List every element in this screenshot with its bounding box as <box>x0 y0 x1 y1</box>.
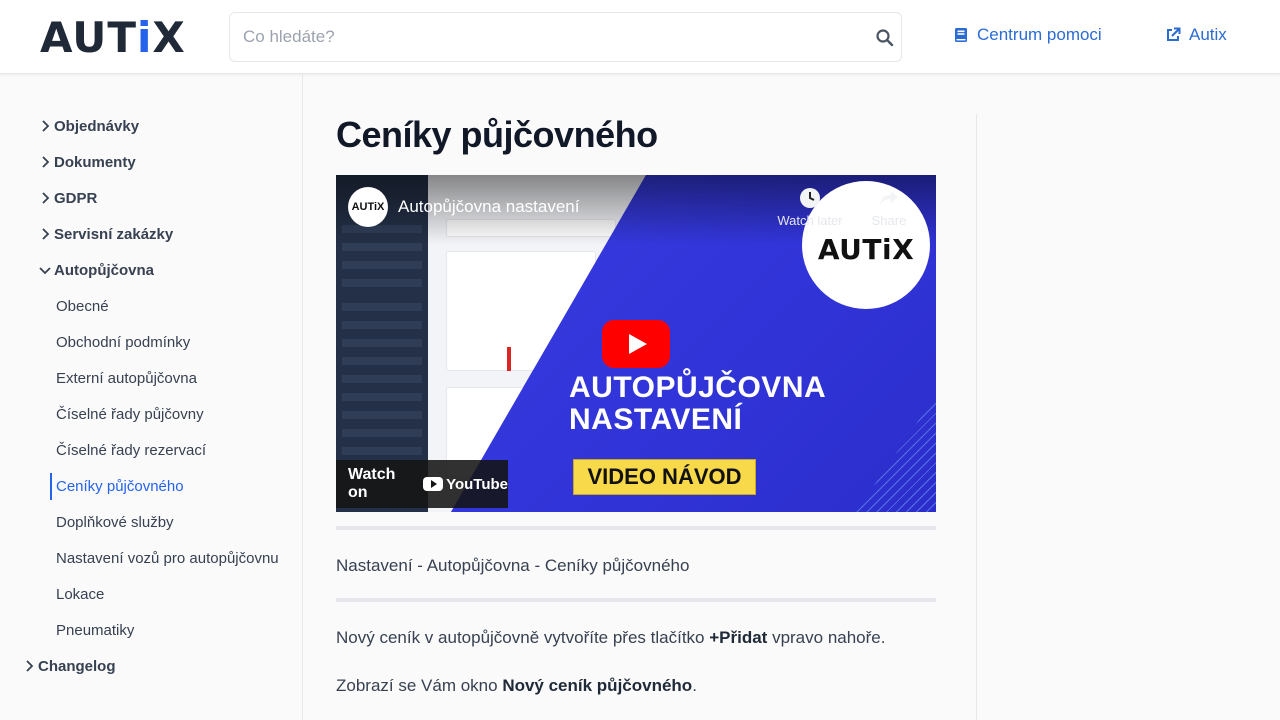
chevron-right-icon <box>42 120 50 132</box>
sidebar-item-obchodni-podminky[interactable]: Obchodní podmínky <box>56 330 190 354</box>
sidebar-group-label: Servisní zakázky <box>54 225 174 243</box>
sidebar-group-label: Changelog <box>38 657 116 675</box>
sidebar-item-ciselne-rady-rezervaci[interactable]: Číselné řady rezervací <box>56 438 206 462</box>
youtube-video-embed[interactable]: AUTiX AUTiX Autopůjčovna nastavení Watch… <box>336 175 936 512</box>
sidebar-item-label: Obecné <box>56 297 109 315</box>
sidebar-group-dokumenty[interactable]: Dokumenty <box>37 150 136 174</box>
video-title[interactable]: Autopůjčovna nastavení <box>398 197 579 217</box>
right-column-divider <box>976 114 977 720</box>
chevron-right-icon <box>26 660 34 672</box>
sidebar-group-changelog[interactable]: Changelog <box>21 654 116 678</box>
sidebar-group-objednavky[interactable]: Objednávky <box>37 114 139 138</box>
sidebar-item-ceniky-pujcovneho[interactable]: Ceníky půjčovného <box>56 474 184 498</box>
search-box[interactable] <box>229 12 902 62</box>
sidebar-group-label: GDPR <box>54 189 98 207</box>
video-thumbnail-brand: AUTiX <box>817 233 915 266</box>
sidebar-group-label: Autopůjčovna <box>54 261 154 279</box>
video-headline-line2: NASTAVENÍ <box>569 403 743 436</box>
paragraph-text: Zobrazí se Vám okno <box>336 676 503 695</box>
chevron-right-icon <box>42 156 50 168</box>
sidebar-item-nastaveni-vozu[interactable]: Nastavení vozů pro autopůjčovnu <box>56 546 279 570</box>
sidebar-item-externi-autopujcovna[interactable]: Externí autopůjčovna <box>56 366 197 390</box>
sidebar-item-label: Číselné řady půjčovny <box>56 405 204 423</box>
sidebar-group-gdpr[interactable]: GDPR <box>37 186 97 210</box>
youtube-wordmark: YouTube <box>446 475 508 493</box>
divider-bottom <box>336 598 936 602</box>
sidebar-item-pneumatiky[interactable]: Pneumatiky <box>56 618 134 642</box>
watch-on-label: Watch on <box>348 466 396 501</box>
sidebar-item-label: Nastavení vozů pro autopůjčovnu <box>56 549 279 567</box>
sidebar-item-label: Externí autopůjčovna <box>56 369 197 387</box>
divider-top <box>336 526 936 530</box>
sidebar-group-servisni-zakazky[interactable]: Servisní zakázky <box>37 222 173 246</box>
add-button-reference: +Přidat <box>709 628 768 647</box>
share-button[interactable]: Share <box>864 187 914 228</box>
watch-later-label: Watch later <box>777 213 843 228</box>
autix-link-label: Autix <box>1189 25 1227 44</box>
youtube-icon <box>423 477 444 491</box>
paragraph-text: . <box>692 676 697 695</box>
chevron-right-icon <box>42 228 50 240</box>
window-name-reference: Nový ceník půjčovného <box>502 676 693 695</box>
paragraph-text: vpravo nahoře. <box>767 628 886 647</box>
paragraph-new-pricelist: Nový ceník v autopůjčovně vytvoříte přes… <box>336 628 885 648</box>
sidebar-item-obecne[interactable]: Obecné <box>56 294 109 318</box>
top-header: AUTiX Centrum pomoci Autix <box>0 0 1280 74</box>
sidebar-item-label: Lokace <box>56 585 105 603</box>
search-input[interactable] <box>230 13 870 61</box>
active-item-indicator <box>50 473 52 500</box>
watch-later-button[interactable]: Watch later <box>772 187 848 228</box>
help-center-link[interactable]: Centrum pomoci <box>953 25 1102 45</box>
autix-logo[interactable]: AUTiX <box>40 14 186 62</box>
sidebar-item-label: Číselné řady rezervací <box>56 441 207 459</box>
chevron-right-icon <box>42 192 50 204</box>
video-guide-badge: VIDEO NÁVOD <box>573 459 756 495</box>
sidebar-nav: Objednávky Dokumenty GDPR Servisní zakáz… <box>0 74 303 720</box>
external-link-icon <box>1167 27 1181 41</box>
clock-icon <box>800 188 820 208</box>
sidebar-group-autopujcovna[interactable]: Autopůjčovna <box>37 258 154 282</box>
page-title: Ceníky půjčovného <box>336 114 658 155</box>
share-label: Share <box>871 213 907 228</box>
sidebar-item-label: Obchodní podmínky <box>56 333 191 351</box>
chevron-down-icon <box>39 267 51 275</box>
play-button[interactable] <box>602 320 670 368</box>
sidebar-item-doplnkove-sluzby[interactable]: Doplňkové služby <box>56 510 174 534</box>
watch-on-youtube-button[interactable]: Watch on YouTube <box>336 460 508 508</box>
paragraph-window-opens: Zobrazí se Vám okno Nový ceník půjčovnéh… <box>336 676 697 696</box>
channel-avatar[interactable]: AUTiX <box>348 187 388 227</box>
autix-external-link[interactable]: Autix <box>1165 25 1227 45</box>
sidebar-item-label: Doplňkové služby <box>56 513 174 531</box>
youtube-logo: YouTube <box>423 476 508 493</box>
sidebar-group-label: Objednávky <box>54 117 140 135</box>
sidebar-item-ciselne-rady-pujcovny[interactable]: Číselné řady půjčovny <box>56 402 204 426</box>
help-center-label: Centrum pomoci <box>977 25 1102 44</box>
sidebar-group-label: Dokumenty <box>54 153 136 171</box>
book-icon <box>955 28 967 42</box>
paragraph-text: Nový ceník v autopůjčovně vytvoříte přes… <box>336 628 710 647</box>
video-headline-line1: AUTOPŮJČOVNA <box>569 371 827 404</box>
sidebar-item-label: Pneumatiky <box>56 621 135 639</box>
sidebar-item-label: Ceníky půjčovného <box>56 477 184 495</box>
search-icon[interactable] <box>875 28 895 48</box>
sidebar-item-lokace[interactable]: Lokace <box>56 582 104 606</box>
settings-path-text: Nastavení - Autopůjčovna - Ceníky půjčov… <box>336 556 690 575</box>
share-icon <box>880 191 898 205</box>
